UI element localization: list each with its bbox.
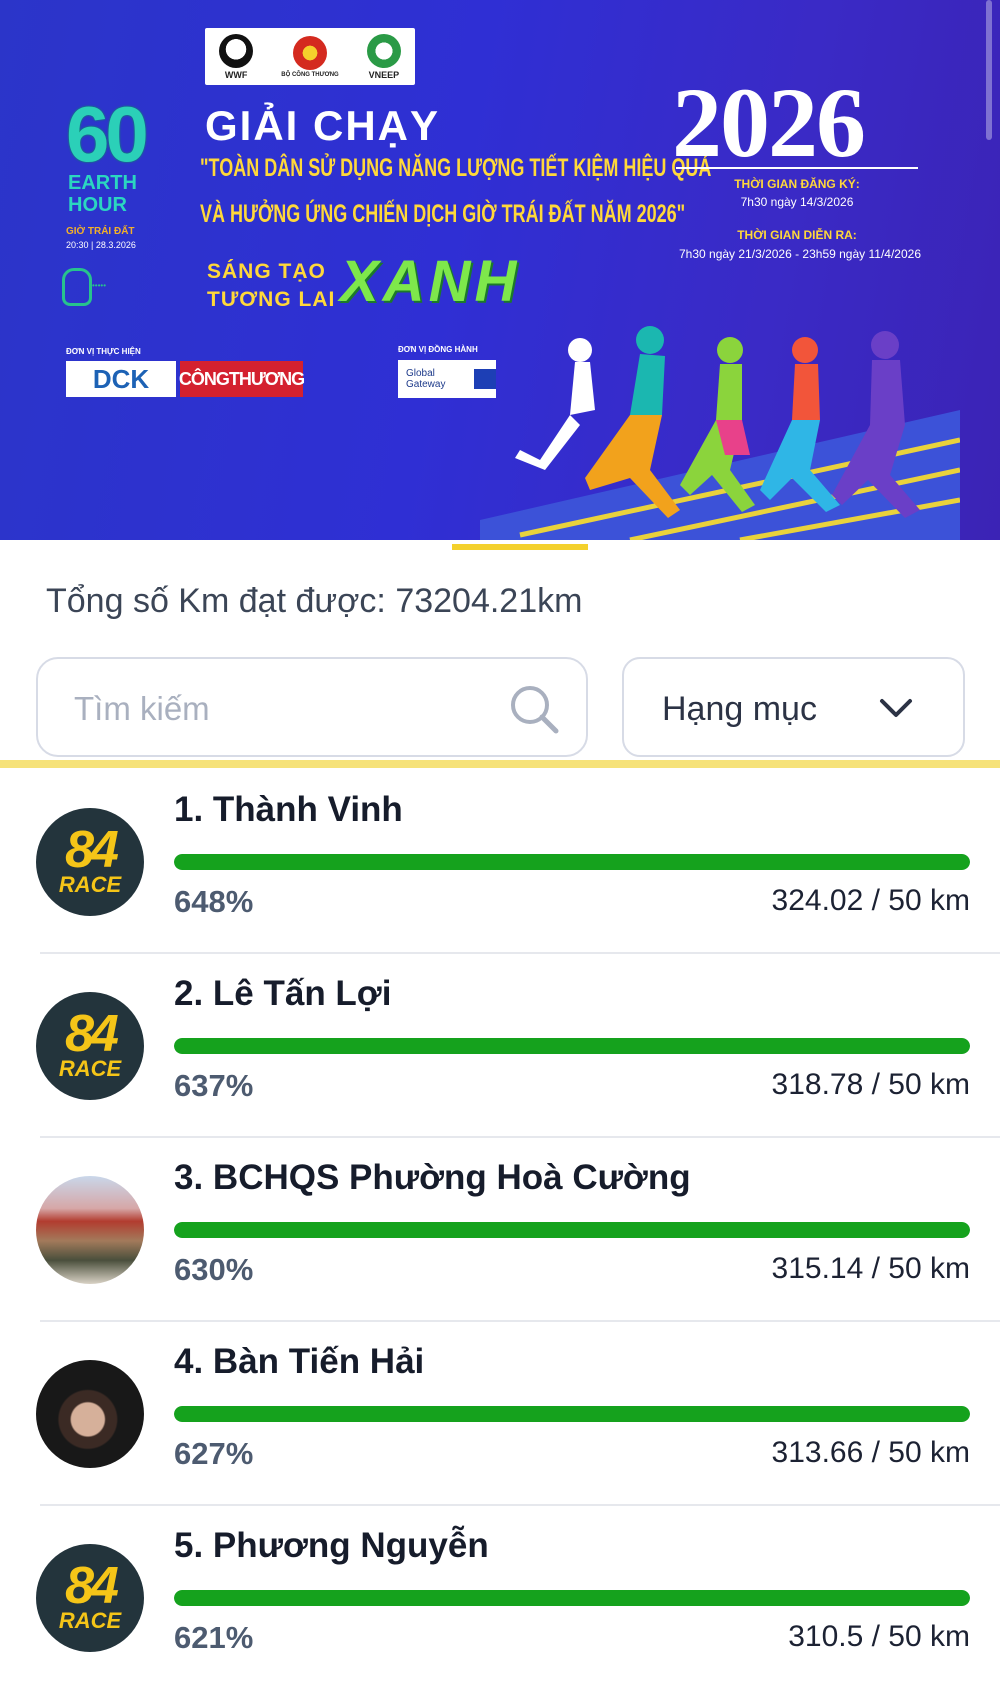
distance-value: 315.14 / 50 km bbox=[771, 1252, 970, 1285]
runner-name: 3. BCHQS Phường Hoà Cường bbox=[174, 1158, 691, 1197]
runner-name: 5. Phương Nguyễn bbox=[174, 1526, 489, 1565]
scrollbar-thumb[interactable] bbox=[986, 0, 992, 140]
progress-fill bbox=[174, 1038, 970, 1054]
organizer-label: ĐƠN VỊ THỰC HIỆN bbox=[66, 347, 141, 356]
progress-fill bbox=[174, 1590, 970, 1606]
congthuong-logo: CÔNGTHƯƠNG bbox=[179, 361, 305, 397]
event-banner[interactable]: WWF BỘ CÔNG THƯƠNG VNEEP 60 EARTH HOUR G… bbox=[0, 0, 1000, 540]
section-divider bbox=[0, 760, 1000, 768]
total-distance: Tổng số Km đạt được: 73204.21km bbox=[46, 582, 583, 620]
run-period-value: 7h30 ngày 21/3/2026 - 23h59 ngày 11/4/20… bbox=[679, 247, 921, 261]
chevron-down-icon bbox=[880, 699, 912, 717]
progress-percent: 630% bbox=[174, 1252, 254, 1287]
earth-hour-date: 20:30 | 28.3.2026 bbox=[66, 240, 136, 250]
avatar[interactable] bbox=[36, 1176, 144, 1284]
search-input[interactable] bbox=[72, 683, 506, 735]
carousel-indicator[interactable] bbox=[452, 544, 588, 550]
runner-name: 2. Lê Tấn Lợi bbox=[174, 974, 392, 1013]
progress-fill bbox=[174, 854, 970, 870]
progress-percent: 627% bbox=[174, 1436, 254, 1471]
search-box[interactable] bbox=[36, 657, 588, 757]
leaderboard-row[interactable]: 4. Bàn Tiến Hải 627% 313.66 / 50 km bbox=[0, 1322, 1000, 1506]
runner-name: 4. Bàn Tiến Hải bbox=[174, 1342, 425, 1381]
partner-name: Global Gateway bbox=[406, 368, 446, 390]
banner-quote-line2: VÀ HƯỞNG ỨNG CHIẾN DỊCH GIỜ TRÁI ĐẤT NĂM… bbox=[200, 200, 686, 228]
banner-title: GIẢI CHẠY bbox=[205, 102, 441, 149]
category-dropdown[interactable]: Hạng mục bbox=[622, 657, 965, 757]
avatar[interactable]: 84 RACE bbox=[36, 808, 144, 916]
runner-name: 1. Thành Vinh bbox=[174, 790, 403, 829]
ministry-logo: BỘ CÔNG THƯƠNG bbox=[281, 35, 339, 78]
category-label: Hạng mục bbox=[662, 690, 817, 728]
avatar[interactable]: 84 RACE bbox=[36, 992, 144, 1100]
runners-illustration bbox=[480, 326, 960, 540]
progress-percent: 637% bbox=[174, 1068, 254, 1103]
banner-year: 2026 bbox=[672, 67, 866, 178]
progress-bar bbox=[174, 1222, 970, 1238]
progress-bar bbox=[174, 1590, 970, 1606]
slogan-left: SÁNG TẠO TƯƠNG LAI bbox=[207, 260, 336, 311]
year-divider bbox=[676, 167, 918, 169]
progress-percent: 648% bbox=[174, 884, 254, 919]
energy-saving-label: ••••• bbox=[92, 281, 107, 290]
search-icon[interactable] bbox=[504, 679, 564, 739]
sponsor-logos: WWF BỘ CÔNG THƯƠNG VNEEP bbox=[205, 28, 415, 85]
dck-logo: DCK bbox=[66, 361, 176, 397]
slogan-xanh: XANH bbox=[340, 249, 521, 314]
leaderboard-row[interactable]: 84 RACE 2. Lê Tấn Lợi 637% 318.78 / 50 km bbox=[0, 954, 1000, 1138]
progress-bar bbox=[174, 1406, 970, 1422]
leaderboard-row[interactable]: 3. BCHQS Phường Hoà Cường 630% 315.14 / … bbox=[0, 1138, 1000, 1322]
leaderboard-row[interactable]: 84 RACE 5. Phương Nguyễn 621% 310.5 / 50 … bbox=[0, 1506, 1000, 1690]
vneep-logo: VNEEP bbox=[366, 33, 401, 80]
distance-value: 310.5 / 50 km bbox=[788, 1620, 970, 1653]
progress-fill bbox=[174, 1406, 970, 1422]
progress-fill bbox=[174, 1222, 970, 1238]
earth-hour-text: EARTH HOUR bbox=[68, 172, 137, 216]
progress-bar bbox=[174, 1038, 970, 1054]
distance-value: 313.66 / 50 km bbox=[771, 1436, 970, 1469]
distance-value: 318.78 / 50 km bbox=[771, 1068, 970, 1101]
earth-hour-60-logo: 60 bbox=[66, 90, 149, 178]
run-period-label: THỜI GIAN DIỄN RA: bbox=[737, 228, 857, 242]
distance-value: 324.02 / 50 km bbox=[771, 884, 970, 917]
avatar[interactable]: 84 RACE bbox=[36, 1544, 144, 1652]
partner-label: ĐƠN VỊ ĐỒNG HÀNH bbox=[398, 345, 478, 354]
bulb-icon bbox=[62, 268, 92, 306]
progress-percent: 621% bbox=[174, 1620, 254, 1655]
wwf-logo: WWF bbox=[219, 33, 254, 80]
avatar[interactable] bbox=[36, 1360, 144, 1468]
progress-bar bbox=[174, 854, 970, 870]
earth-hour-sub: GIỜ TRÁI ĐẤT bbox=[66, 226, 135, 237]
registration-value: 7h30 ngày 14/3/2026 bbox=[740, 195, 854, 209]
banner-quote-line1: "TOÀN DÂN SỬ DỤNG NĂNG LƯỢNG TIẾT KIỆM H… bbox=[200, 154, 712, 182]
registration-label: THỜI GIAN ĐĂNG KÝ: bbox=[734, 177, 860, 191]
leaderboard-row[interactable]: 84 RACE 1. Thành Vinh 648% 324.02 / 50 km bbox=[0, 770, 1000, 954]
